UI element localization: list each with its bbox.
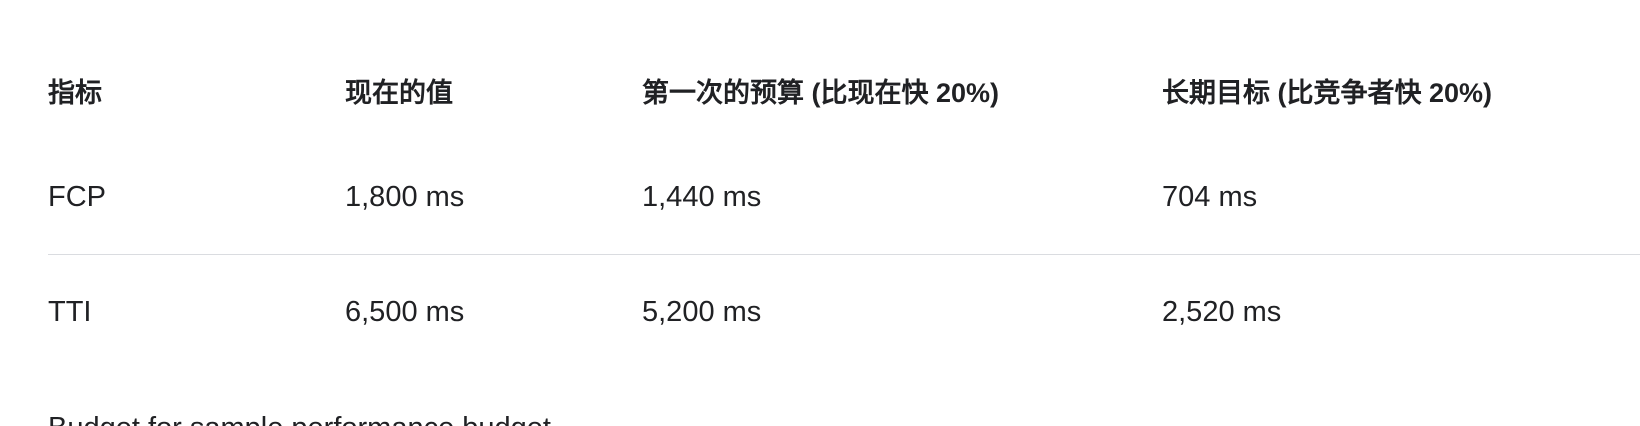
header-first-budget: 第一次的预算 (比现在快 20%) — [642, 77, 1000, 108]
cell-current-value: 6,500 ms — [345, 254, 642, 369]
cell-long-term-goal: 704 ms — [1162, 180, 1258, 213]
performance-budget-table: 指标 现在的值 第一次的预算 (比现在快 20%) 长期目标 (比竞争者快 20… — [48, 40, 1640, 369]
header-current-value: 现在的值 — [345, 77, 453, 108]
cell-current-value: 1,800 ms — [345, 180, 465, 213]
header-long-term-goal: 长期目标 (比竞争者快 20%) — [1162, 77, 1493, 108]
cell-long-term-goal: 2,520 ms — [1162, 254, 1640, 369]
header-metric: 指标 — [48, 77, 102, 108]
cell-metric: TTI — [48, 254, 345, 369]
table-header: 指标 现在的值 第一次的预算 (比现在快 20%) 长期目标 (比竞争者快 20… — [48, 40, 1640, 140]
table-header-row: 指标 现在的值 第一次的预算 (比现在快 20%) 长期目标 (比竞争者快 20… — [48, 40, 1640, 140]
cell-first-budget: 1,440 ms — [642, 180, 762, 213]
table-row: FCP 1,800 ms 1,440 ms 704 ms — [48, 140, 1640, 255]
cell-first-budget: 5,200 ms — [642, 254, 1162, 369]
page: 指标 现在的值 第一次的预算 (比现在快 20%) 长期目标 (比竞争者快 20… — [0, 0, 1640, 426]
table-row: TTI 6,500 ms 5,200 ms 2,520 ms — [48, 254, 1640, 369]
footer-caption: Budget for sample performance budget — [48, 412, 551, 426]
cell-metric: FCP — [48, 180, 106, 213]
table-body: FCP 1,800 ms 1,440 ms 704 ms TTI 6,500 m… — [48, 140, 1640, 369]
